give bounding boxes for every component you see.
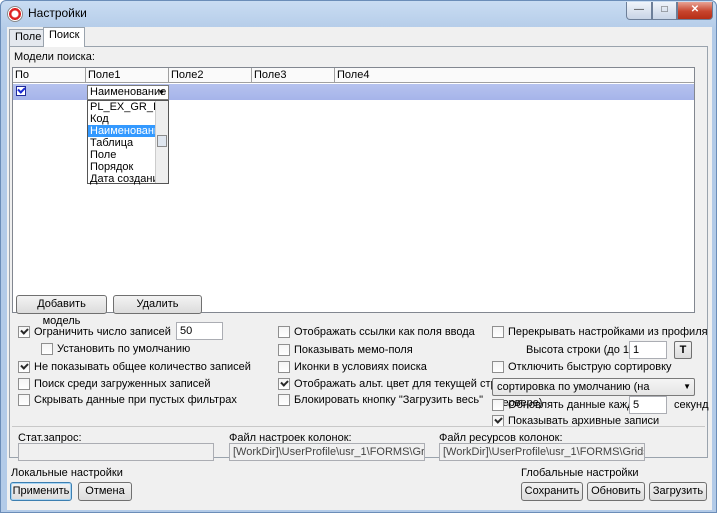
block-load-all-checkbox[interactable]: [278, 394, 290, 406]
table-row[interactable]: Наименование ▼: [13, 84, 694, 100]
column-field2[interactable]: Поле2: [169, 68, 252, 83]
field1-combo[interactable]: Наименование ▼: [87, 85, 169, 100]
column-default[interactable]: По умолчанию: [13, 68, 86, 95]
refresh-every-input[interactable]: 5: [629, 396, 667, 414]
disable-quick-sort-label: Отключить быструю сортировку: [508, 361, 672, 373]
hide-empty-filters-checkbox[interactable]: [18, 394, 30, 406]
client-area: Поле Поиск Модели поиска: По умолчанию П…: [7, 27, 712, 510]
settings-window: Настройки — □ ✕ Поле Поиск Модели поиска…: [0, 0, 717, 513]
set-default-checkbox[interactable]: [41, 343, 53, 355]
search-models-label: Модели поиска:: [14, 51, 95, 63]
list-item[interactable]: Поле: [88, 149, 156, 161]
limit-records-label: Ограничить число записей: [34, 326, 171, 338]
cancel-button[interactable]: Отмена: [78, 482, 132, 501]
chevron-down-icon[interactable]: ▼: [155, 86, 168, 99]
local-settings-label: Локальные настройки: [11, 467, 123, 479]
list-item[interactable]: Порядок: [88, 161, 156, 173]
minimize-button[interactable]: —: [626, 2, 652, 20]
disable-quick-sort-checkbox[interactable]: [492, 361, 504, 373]
dropdown-scrollbar[interactable]: [155, 101, 168, 183]
stat-query-field[interactable]: [18, 443, 214, 461]
limit-records-input[interactable]: 50: [176, 322, 223, 340]
columns-resources-field[interactable]: [WorkDir]\UserProfile\usr_1\FORMS\Grids\…: [439, 443, 645, 461]
columns-settings-field[interactable]: [WorkDir]\UserProfile\usr_1\FORMS\Grids\…: [229, 443, 425, 461]
row-height-input[interactable]: 1: [629, 341, 667, 359]
limit-records-checkbox[interactable]: [18, 326, 30, 338]
default-model-checkbox[interactable]: [16, 86, 26, 96]
sort-mode-select[interactable]: сортировка по умолчанию (на сервере) ▼: [492, 378, 695, 409]
alt-color-label: Отображать альт. цвет для текущей строки: [294, 378, 514, 390]
refresh-unit-label: секунд: [674, 399, 709, 411]
block-load-all-label: Блокировать кнопку "Загрузить весь": [294, 394, 483, 406]
field1-dropdown-list[interactable]: PL_EX_GR_ID Код Наименование Таблица Пол…: [87, 100, 169, 185]
refresh-every-checkbox[interactable]: [492, 399, 504, 411]
delete-model-button[interactable]: Удалить: [113, 295, 202, 314]
icons-in-conditions-label: Иконки в условиях поиска: [294, 361, 427, 373]
column-field4[interactable]: Поле4: [335, 68, 694, 83]
global-settings-label: Глобальные настройки: [521, 467, 639, 479]
show-memo-label: Показывать мемо-поля: [294, 344, 413, 356]
maximize-button[interactable]: □: [652, 2, 677, 20]
column-field3[interactable]: Поле3: [252, 68, 335, 83]
alt-color-checkbox[interactable]: [278, 378, 290, 390]
override-profile-checkbox[interactable]: [492, 326, 504, 338]
font-icon[interactable]: T: [674, 341, 692, 359]
search-models-grid: По умолчанию Поле1 Поле2 Поле3 Поле4 Наи…: [12, 67, 695, 313]
show-memo-checkbox[interactable]: [278, 344, 290, 356]
row-height-label: Высота строки (до 10):: [526, 344, 642, 356]
close-button[interactable]: ✕: [677, 2, 713, 20]
list-item-selected[interactable]: Наименование: [88, 125, 156, 137]
search-loaded-label: Поиск среди загруженных записей: [34, 378, 211, 390]
hide-empty-filters-label: Скрывать данные при пустых фильтрах: [34, 394, 237, 406]
scrollbar-thumb[interactable]: [157, 135, 167, 147]
load-button[interactable]: Загрузить: [649, 482, 707, 501]
search-tab-panel: Модели поиска: По умолчанию Поле1 Поле2 …: [9, 46, 709, 461]
search-loaded-checkbox[interactable]: [18, 378, 30, 390]
window-title: Настройки: [28, 6, 87, 20]
override-profile-label: Перекрывать настройками из профиля: [508, 326, 708, 338]
grid-header: По умолчанию Поле1 Поле2 Поле3 Поле4: [13, 68, 694, 95]
show-links-label: Отображать ссылки как поля ввода: [294, 326, 475, 338]
hide-total-checkbox[interactable]: [18, 361, 30, 373]
app-icon: [7, 6, 23, 22]
set-default-label: Установить по умолчанию: [57, 343, 191, 355]
chevron-down-icon: ▼: [683, 382, 691, 391]
list-item[interactable]: PL_EX_GR_ID: [88, 101, 156, 113]
show-links-checkbox[interactable]: [278, 326, 290, 338]
title-bar[interactable]: Настройки — □ ✕: [1, 1, 716, 27]
column-field1[interactable]: Поле1: [86, 68, 169, 83]
add-model-button[interactable]: Добавить модель: [16, 295, 107, 327]
hide-total-label: Не показывать общее количество записей: [34, 361, 251, 373]
list-item[interactable]: Таблица: [88, 137, 156, 149]
list-item[interactable]: Дата создания: [88, 173, 156, 185]
apply-button[interactable]: Применить: [10, 482, 72, 501]
icons-in-conditions-checkbox[interactable]: [278, 361, 290, 373]
divider: [12, 426, 705, 427]
refresh-button[interactable]: Обновить: [587, 482, 645, 501]
save-button[interactable]: Сохранить: [521, 482, 583, 501]
tab-field[interactable]: Поле: [9, 29, 48, 46]
tab-search[interactable]: Поиск: [43, 27, 86, 47]
list-item[interactable]: Код: [88, 113, 156, 125]
